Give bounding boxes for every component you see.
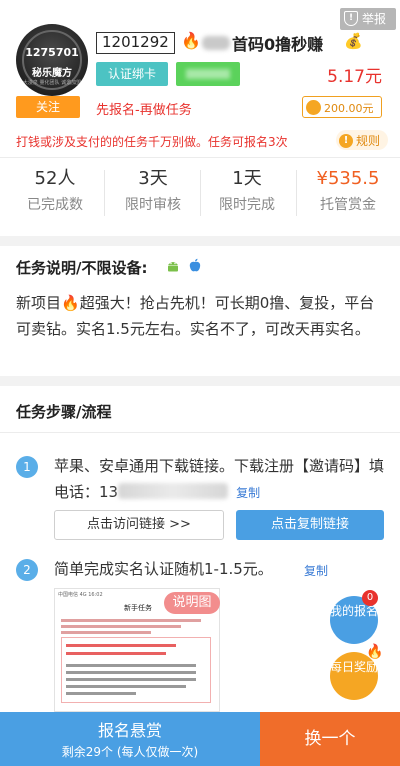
phone-blurred bbox=[118, 483, 229, 499]
section-gap bbox=[0, 376, 400, 386]
screenshot-highlight bbox=[61, 637, 211, 703]
android-icon bbox=[168, 262, 178, 272]
screenshot-text-line bbox=[66, 652, 166, 655]
my-signup-label: 我的报名 bbox=[330, 604, 379, 618]
signup-button[interactable]: 报名悬赏 剩余29个 (每人仅做一次) bbox=[0, 712, 260, 766]
rules-label: 规则 bbox=[356, 134, 381, 148]
switch-task-button[interactable]: 换一个 bbox=[260, 712, 400, 766]
step-number: 1 bbox=[16, 456, 38, 478]
warning-text: 打钱或涉及支付的的任务千万别做。任务可报名3次 bbox=[16, 135, 288, 149]
task-title: 首码0撸秒赚 bbox=[232, 35, 324, 54]
rules-button[interactable]: ! 规则 bbox=[336, 130, 389, 150]
stat-label: 限时完成 bbox=[219, 197, 275, 213]
phone-visible: 13 bbox=[99, 483, 119, 501]
report-button[interactable]: ! 举报 bbox=[340, 8, 396, 30]
task-id: 1201292 bbox=[96, 32, 175, 54]
money-bag-icon: 💰 bbox=[344, 32, 363, 50]
stat-label: 已完成数 bbox=[27, 197, 83, 213]
stat-label: 托管赏金 bbox=[320, 197, 376, 213]
apple-icon bbox=[189, 258, 201, 272]
section-gap bbox=[0, 236, 400, 246]
divider bbox=[200, 170, 201, 216]
task-price: 5.17元 bbox=[327, 67, 382, 87]
signup-title: 报名悬赏 bbox=[97, 721, 162, 740]
screenshot-text-line bbox=[66, 664, 196, 667]
follow-button[interactable]: 关注 bbox=[16, 96, 80, 118]
deposit-amount: 200.00元 bbox=[324, 102, 374, 115]
steps-title: 任务步骤/流程 bbox=[16, 403, 112, 421]
divider bbox=[104, 170, 105, 216]
copy-code-link[interactable]: 复制 bbox=[236, 486, 260, 500]
step-text: 简单完成实名认证随机1-1.5元。 bbox=[54, 560, 273, 578]
flame-icon: 🔥 bbox=[366, 644, 384, 660]
stat-value: 1天 bbox=[232, 168, 262, 189]
copy-step-link[interactable]: 复制 bbox=[304, 562, 328, 579]
screenshot-text-line bbox=[66, 644, 176, 647]
stat-label: 限时审核 bbox=[125, 197, 181, 213]
stat-completed: 52人 已完成数 bbox=[10, 166, 100, 214]
tag-bind-card: 认证绑卡 bbox=[96, 62, 168, 86]
description-text: 新项目🔥超强大！抢占先机！可长期0撸、复投，平台可卖钻。实名1.5元左右。实名不… bbox=[16, 290, 386, 342]
signup-first-tip: 先报名-再做任务 bbox=[96, 103, 192, 118]
copy-link-button[interactable]: 点击复制链接 bbox=[236, 510, 384, 540]
fire-icon: 🔥 bbox=[61, 294, 80, 312]
report-label: 举报 bbox=[362, 12, 387, 26]
fire-icon: 🔥 bbox=[181, 31, 201, 50]
avatar-number: 1275701 bbox=[25, 46, 79, 59]
divider bbox=[0, 432, 400, 433]
screenshot-carrier: 中国电信 4G bbox=[58, 592, 87, 598]
description-title: 任务说明/不限设备: bbox=[16, 259, 148, 277]
stat-value: ¥535.5 bbox=[316, 168, 380, 189]
instruction-image-badge: 说明图 bbox=[164, 592, 220, 614]
avatar-subtitle: 大漫泉 量化团队 诚邀加盟 bbox=[22, 80, 82, 86]
stat-value: 52人 bbox=[34, 168, 76, 189]
stat-finish-time: 1天 限时完成 bbox=[202, 166, 292, 214]
tag-blurred bbox=[176, 62, 240, 86]
deposit-shield-icon bbox=[306, 100, 321, 115]
my-signup-count-badge: 0 bbox=[362, 590, 378, 606]
screenshot-text-line bbox=[66, 692, 136, 695]
screenshot-text-line bbox=[61, 619, 201, 622]
step-number: 2 bbox=[16, 559, 38, 581]
blurred-title-part bbox=[202, 36, 230, 50]
deposit-badge: 200.00元 bbox=[302, 96, 382, 118]
exclamation-icon: ! bbox=[339, 133, 353, 148]
shield-exclamation-icon: ! bbox=[344, 11, 358, 26]
screenshot-text-line bbox=[61, 631, 151, 634]
visit-link-button[interactable]: 点击访问链接 >> bbox=[54, 510, 224, 540]
avatar-name: 秘乐魔方 bbox=[32, 68, 72, 79]
step-text: 苹果、安卓通用下载链接。下载注册【邀请码】填电话：13 复制 bbox=[54, 453, 384, 506]
divider bbox=[0, 157, 400, 158]
screenshot-time: 16:02 bbox=[88, 592, 103, 598]
description-text-part: 新项目 bbox=[16, 294, 62, 312]
screenshot-text-line bbox=[66, 685, 186, 688]
stat-value: 3天 bbox=[138, 168, 168, 189]
stat-escrow-reward: ¥535.5 托管赏金 bbox=[296, 166, 400, 214]
daily-reward-label: 每日奖励 bbox=[330, 660, 379, 674]
screenshot-text-line bbox=[61, 625, 181, 628]
publisher-avatar[interactable]: 1275701 秘乐魔方 大漫泉 量化团队 诚邀加盟 bbox=[16, 24, 88, 96]
stat-review-time: 3天 限时审核 bbox=[108, 166, 198, 214]
screenshot-text-line bbox=[66, 671, 196, 674]
screenshot-text-line bbox=[66, 678, 196, 681]
signup-remaining: 剩余29个 (每人仅做一次) bbox=[61, 745, 199, 759]
